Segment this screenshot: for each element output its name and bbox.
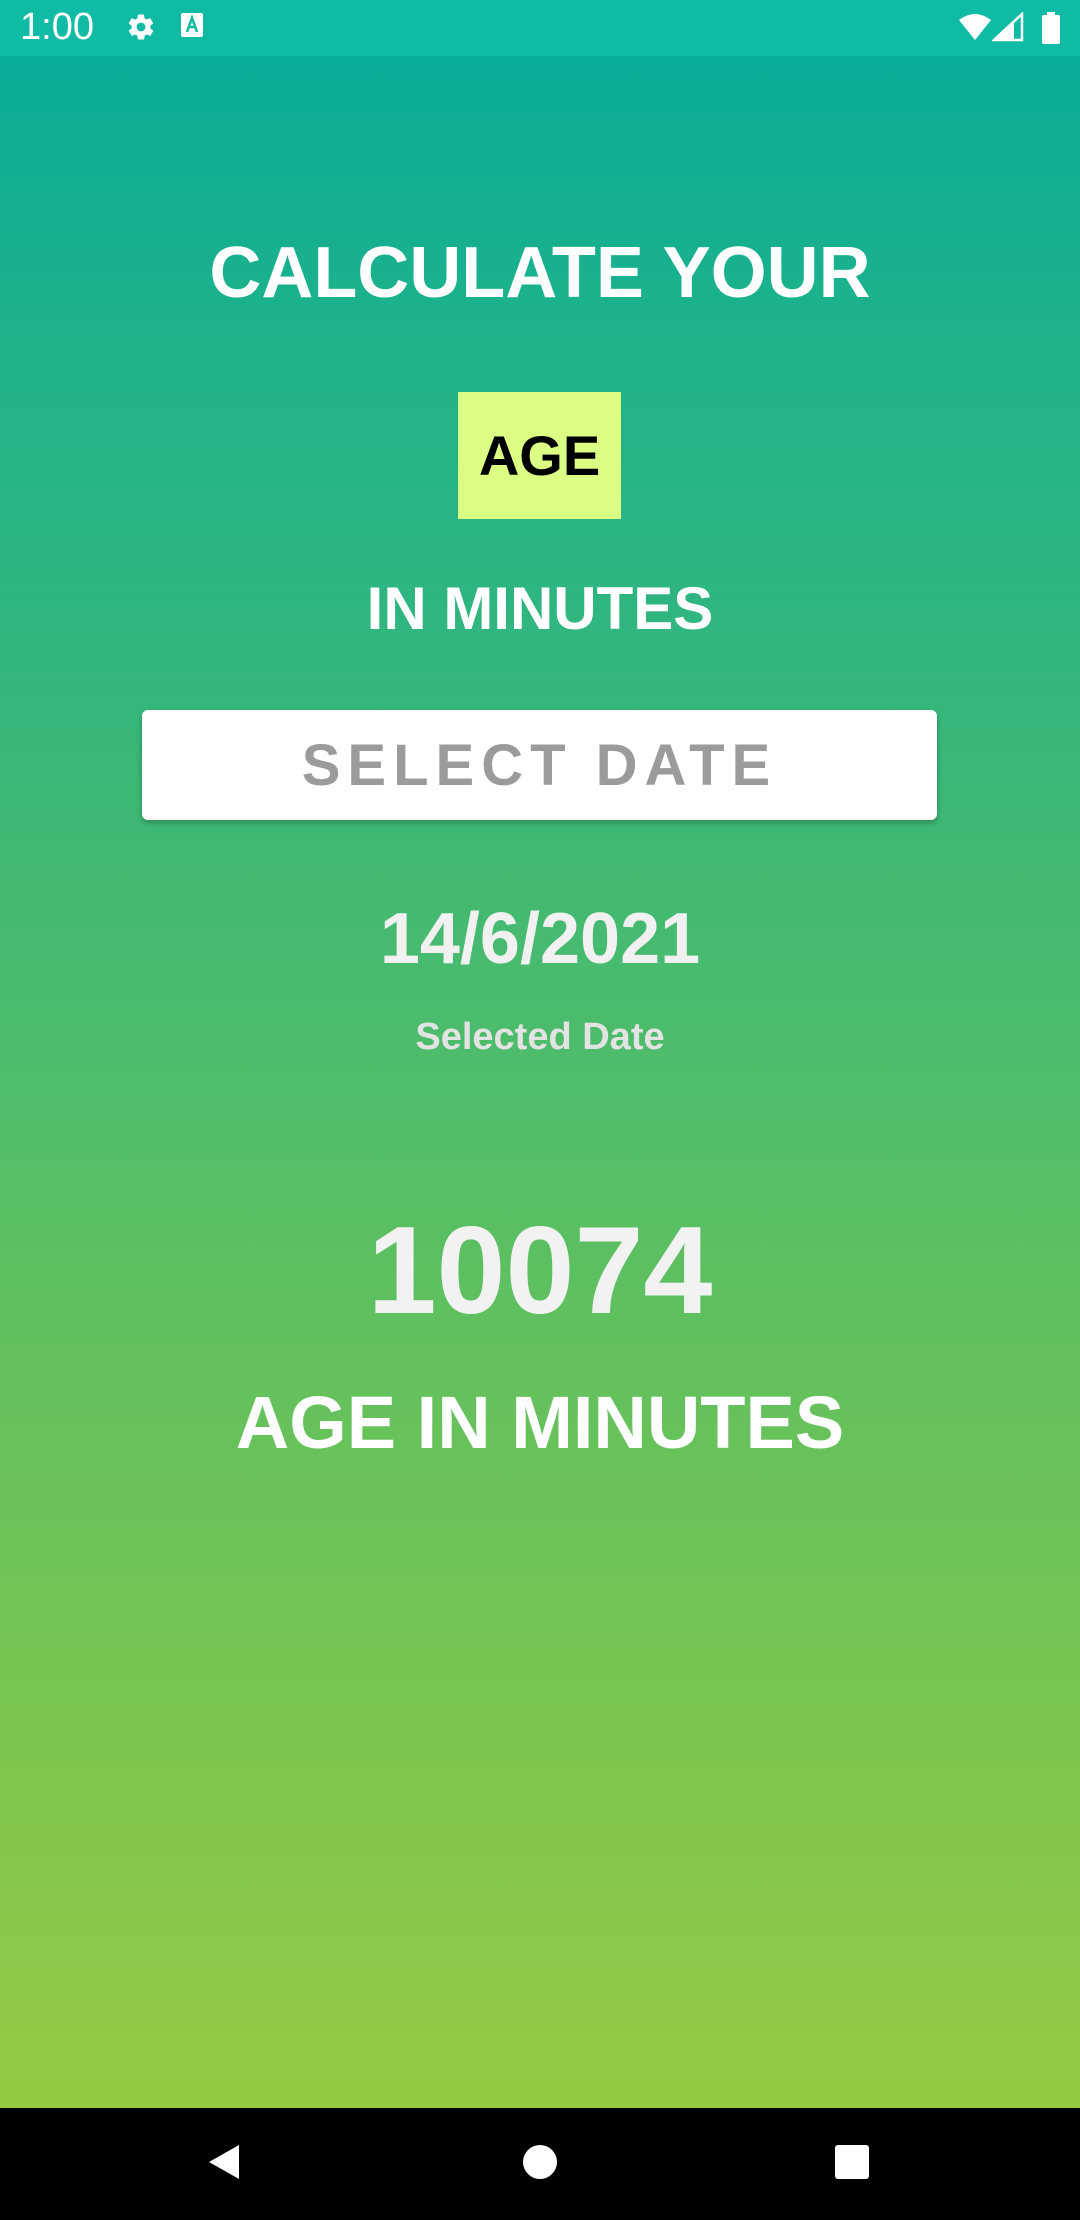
selected-date-value: 14/6/2021: [379, 899, 701, 979]
status-bar: 1:00: [0, 0, 1080, 56]
selected-date-label: Selected Date: [415, 1016, 665, 1058]
status-time: 1:00: [20, 6, 94, 48]
title-in-minutes: IN MINUTES: [366, 575, 714, 642]
home-icon: [522, 2144, 558, 2185]
app-screen: 1:00 CALCULATE YOUR AGE IN MINUTES SELEC…: [0, 0, 1080, 2220]
age-badge: AGE: [458, 392, 621, 519]
select-date-button[interactable]: SELECT DATE: [142, 710, 937, 820]
wifi-icon: [958, 12, 992, 47]
signal-icon: [990, 11, 1024, 47]
recents-icon: [835, 2144, 869, 2184]
navigation-bar: [0, 2108, 1080, 2220]
recents-button[interactable]: [792, 2108, 912, 2220]
age-in-minutes-label: AGE IN MINUTES: [235, 1381, 845, 1464]
a-icon: [180, 12, 206, 45]
title-calculate-your: CALCULATE YOUR: [209, 233, 871, 313]
back-icon: [207, 2143, 241, 2186]
age-in-minutes-value: 10074: [367, 1202, 713, 1340]
home-button[interactable]: [480, 2108, 600, 2220]
back-button[interactable]: [164, 2108, 284, 2220]
gear-icon: [126, 12, 156, 47]
battery-icon: [1042, 12, 1060, 49]
